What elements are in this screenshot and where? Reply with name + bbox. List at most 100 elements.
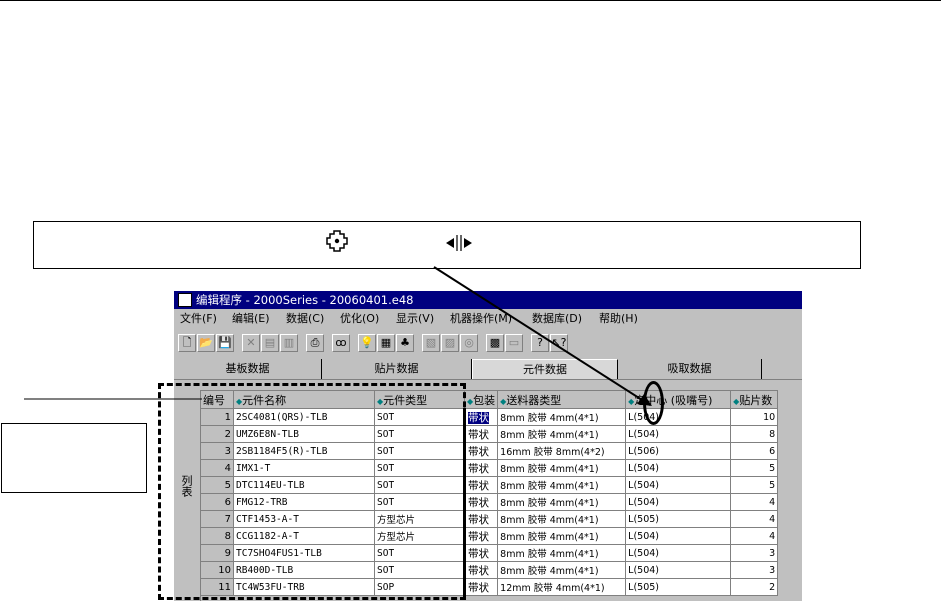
new-file-icon[interactable]: 🗋: [178, 334, 196, 352]
table-row[interactable]: 8 CCG1182-A-T 方型芯片 带状 8mm 胶带 4mm(4*1) L(504) 4: [200, 527, 779, 545]
cell-feeder[interactable]: 8mm 胶带 4mm(4*1): [497, 510, 627, 528]
col-header-type[interactable]: ◆元件类型: [374, 390, 465, 409]
cell-type[interactable]: 方型芯片: [374, 527, 465, 545]
menu-edit[interactable]: 编辑(E): [232, 309, 270, 329]
cell-name[interactable]: DTC114EU-TLB: [233, 476, 375, 494]
cell-feeder[interactable]: 8mm 胶带 4mm(4*1): [497, 493, 627, 511]
table-row[interactable]: 9 TC7SHO4FUS1-TLB SOT 带状 8mm 胶带 4mm(4*1) L(50…: [200, 544, 779, 562]
cell-name[interactable]: FMG12-TRB: [233, 493, 375, 511]
cell-feeder[interactable]: 8mm 胶带 4mm(4*1): [497, 408, 627, 426]
cell-package[interactable]: 带状: [462, 561, 499, 579]
cell-no[interactable]: 3: [200, 442, 234, 460]
cell-count[interactable]: 6: [730, 442, 779, 460]
color-icon[interactable]: ▦: [377, 334, 395, 352]
cell-name[interactable]: TC7SHO4FUS1-TLB: [233, 544, 375, 562]
cell-no[interactable]: 10: [200, 561, 234, 579]
cell-no[interactable]: 1: [200, 408, 234, 426]
cell-type[interactable]: SOT: [374, 459, 465, 477]
menu-view[interactable]: 显示(V): [396, 309, 434, 329]
cell-type[interactable]: SOT: [374, 476, 465, 494]
cell-type[interactable]: SOT: [374, 425, 465, 443]
cell-package[interactable]: 带状: [462, 442, 499, 460]
cell-package[interactable]: 带状: [462, 408, 499, 426]
paste-icon[interactable]: ▥: [280, 334, 298, 352]
table-row[interactable]: 3 2SB1184F5(R)-TLB SOT 带状 16mm 胶带 8mm(4*2) L(…: [200, 442, 779, 460]
cell-centering[interactable]: L(504): [625, 425, 732, 443]
print-icon[interactable]: ⎙: [306, 334, 324, 352]
cell-name[interactable]: UMZ6E8N-TLB: [233, 425, 375, 443]
cell-no[interactable]: 8: [200, 527, 234, 545]
cell-count[interactable]: 8: [730, 425, 779, 443]
menu-data[interactable]: 数据(C): [286, 309, 324, 329]
copy-icon[interactable]: ▤: [261, 334, 279, 352]
cell-centering[interactable]: L(504): [625, 459, 732, 477]
cell-count[interactable]: 3: [730, 544, 779, 562]
cell-feeder[interactable]: 8mm 胶带 4mm(4*1): [497, 425, 627, 443]
cell-name[interactable]: RB400D-TLB: [233, 561, 375, 579]
cell-no[interactable]: 9: [200, 544, 234, 562]
cell-centering[interactable]: L(505): [625, 578, 732, 596]
cell-type[interactable]: SOP: [374, 578, 465, 596]
cell-count[interactable]: 5: [730, 459, 779, 477]
menu-optimize[interactable]: 优化(O): [340, 309, 379, 329]
feeder-icon[interactable]: ▨: [441, 334, 459, 352]
cell-type[interactable]: SOT: [374, 493, 465, 511]
col-header-count[interactable]: ◆贴片数: [730, 390, 779, 409]
menu-file[interactable]: 文件(F): [180, 309, 217, 329]
cell-package[interactable]: 带状: [462, 425, 499, 443]
cell-centering[interactable]: L(504): [625, 544, 732, 562]
cell-package[interactable]: 带状: [462, 544, 499, 562]
cell-count[interactable]: 4: [730, 527, 779, 545]
table-row[interactable]: 10 RB400D-TLB SOT 带状 8mm 胶带 4mm(4*1) L(504) 3: [200, 561, 779, 579]
tab-board-data[interactable]: 基板数据: [174, 359, 322, 379]
table-row[interactable]: 6 FMG12-TRB SOT 带状 8mm 胶带 4mm(4*1) L(504) 4: [200, 493, 779, 511]
cell-feeder[interactable]: 12mm 胶带 4mm(4*1): [497, 578, 627, 596]
cell-type[interactable]: SOT: [374, 408, 465, 426]
cell-no[interactable]: 6: [200, 493, 234, 511]
menu-database[interactable]: 数据库(D): [532, 309, 582, 329]
cell-centering[interactable]: L(506): [625, 442, 732, 460]
panel-icon[interactable]: ▭: [505, 334, 523, 352]
menu-machine[interactable]: 机器操作(M): [450, 309, 512, 329]
col-header-name[interactable]: ◆元件名称: [233, 390, 375, 409]
table-row[interactable]: 5 DTC114EU-TLB SOT 带状 8mm 胶带 4mm(4*1) L(504) 5: [200, 476, 779, 494]
optimize-icon[interactable]: 💡: [358, 334, 376, 352]
cell-type[interactable]: SOT: [374, 442, 465, 460]
help-icon[interactable]: ?: [531, 334, 549, 352]
cell-package[interactable]: 带状: [462, 527, 499, 545]
cell-name[interactable]: CTF1453-A-T: [233, 510, 375, 528]
cell-no[interactable]: 7: [200, 510, 234, 528]
cell-package[interactable]: 带状: [462, 578, 499, 596]
cell-feeder[interactable]: 8mm 胶带 4mm(4*1): [497, 527, 627, 545]
tab-component-data[interactable]: 元件数据: [472, 359, 618, 379]
tab-placement-data[interactable]: 贴片数据: [322, 359, 472, 379]
cell-name[interactable]: 2SC4081(QRS)-TLB: [233, 408, 375, 426]
cell-name[interactable]: TC4W53FU-TRB: [233, 578, 375, 596]
cell-centering[interactable]: L(504): [625, 476, 732, 494]
cell-no[interactable]: 2: [200, 425, 234, 443]
cell-count[interactable]: 4: [730, 510, 779, 528]
cell-name[interactable]: IMX1-T: [233, 459, 375, 477]
table-row[interactable]: 7 CTF1453-A-T 方型芯片 带状 8mm 胶带 4mm(4*1) L(505) 4: [200, 510, 779, 528]
cell-no[interactable]: 11: [200, 578, 234, 596]
cell-type[interactable]: SOT: [374, 561, 465, 579]
cell-type[interactable]: 方型芯片: [374, 510, 465, 528]
cell-count[interactable]: 2: [730, 578, 779, 596]
cell-centering[interactable]: L(504): [625, 493, 732, 511]
cell-centering[interactable]: L(504): [625, 408, 732, 426]
delete-icon[interactable]: ✕: [242, 334, 260, 352]
camera-icon[interactable]: ◎: [460, 334, 478, 352]
table-row[interactable]: 1 2SC4081(QRS)-TLB SOT 带状 8mm 胶带 4mm(4*1) L(5…: [200, 408, 779, 426]
cell-count[interactable]: 10: [730, 408, 779, 426]
table-row[interactable]: 11 TC4W53FU-TRB SOP 带状 12mm 胶带 4mm(4*1) L(505…: [200, 578, 779, 596]
cell-package[interactable]: 带状: [462, 459, 499, 477]
table-row[interactable]: 4 IMX1-T SOT 带状 8mm 胶带 4mm(4*1) L(504) 5: [200, 459, 779, 477]
cell-name[interactable]: CCG1182-A-T: [233, 527, 375, 545]
cell-feeder[interactable]: 8mm 胶带 4mm(4*1): [497, 476, 627, 494]
cell-package[interactable]: 带状: [462, 510, 499, 528]
table-row[interactable]: 2 UMZ6E8N-TLB SOT 带状 8mm 胶带 4mm(4*1) L(504) 8: [200, 425, 779, 443]
col-header-centering[interactable]: ◆定中心 (吸嘴号): [625, 390, 732, 409]
find-icon[interactable]: ꝏ: [332, 334, 350, 352]
machine-icon[interactable]: ▧: [422, 334, 440, 352]
open-folder-icon[interactable]: 📂: [197, 334, 215, 352]
